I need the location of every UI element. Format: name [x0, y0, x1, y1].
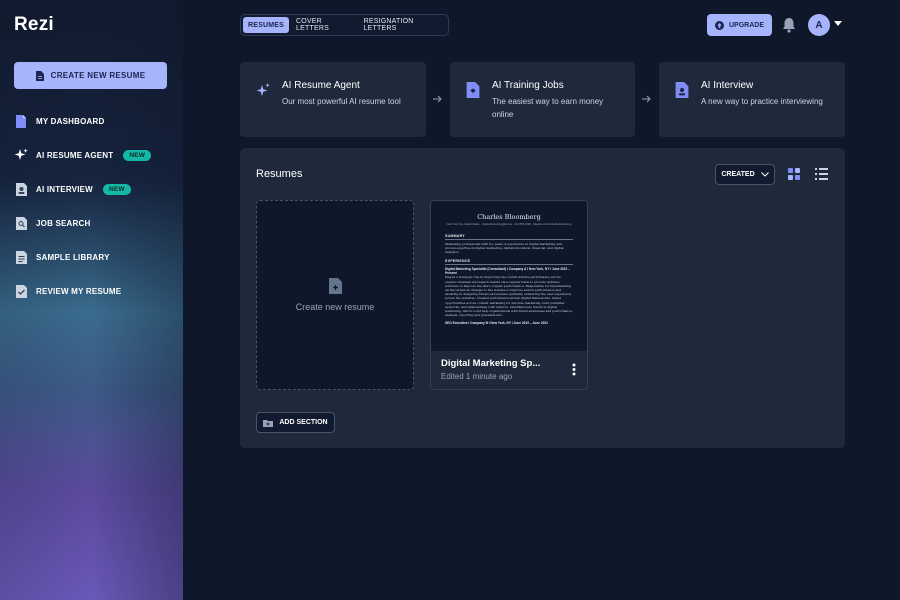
sidebar-item-label: AI INTERVIEW [36, 184, 93, 194]
job-search-icon [14, 216, 28, 230]
feature-card-ai-resume-agent[interactable]: AI Resume Agent Our most powerful AI res… [240, 62, 426, 137]
new-badge: NEW [102, 183, 131, 195]
sidebar-item-review-my-resume[interactable]: REVIEW MY RESUME [14, 274, 174, 308]
upgrade-arrow-icon [714, 20, 724, 30]
document-icon [14, 114, 28, 128]
feature-title: AI Resume Agent [282, 80, 360, 91]
create-new-resume-button[interactable]: CREATE NEW RESUME [14, 62, 167, 89]
upgrade-label: UPGRADE [728, 21, 764, 29]
resume-title[interactable]: Digital Marketing Sp... [441, 358, 553, 369]
tab-resumes[interactable]: RESUMES [243, 17, 290, 33]
sidebar-nav: MY DASHBOARD AI RESUME AGENT NEW AI INTE… [14, 104, 174, 308]
library-icon [14, 250, 28, 264]
arrow-right-icon [642, 95, 651, 103]
rezi-logo[interactable]: Rezi [14, 14, 54, 36]
new-document-icon [328, 278, 342, 294]
sort-label: CREATED [721, 171, 755, 178]
sidebar-item-label: AI RESUME AGENT [36, 150, 114, 160]
feature-title: AI Interview [701, 80, 754, 91]
feature-card-ai-interview[interactable]: AI Interview A new way to practice inter… [659, 62, 845, 137]
add-section-label: ADD SECTION [279, 419, 328, 426]
preview-name: Charles Bloomberg [477, 213, 541, 221]
sidebar-item-label: JOB SEARCH [36, 218, 91, 228]
chevron-down-icon [760, 172, 769, 177]
sidebar-item-label: REVIEW MY RESUME [36, 286, 122, 296]
resumes-panel: Resumes CREATED Create new resume Charle… [240, 148, 845, 448]
document-icon [35, 70, 44, 81]
create-new-resume-label: Create new resume [295, 302, 375, 312]
preview-summary-text: Marketing professional with 5+ years of … [445, 242, 564, 255]
tab-cover-letters[interactable]: COVER LETTERS [291, 17, 357, 33]
tab-resignation-letters[interactable]: RESIGNATION LETTERS [359, 17, 446, 33]
arrow-right-icon [433, 95, 442, 103]
add-section-button[interactable]: ADD SECTION [256, 412, 335, 433]
list-view-icon[interactable] [815, 168, 828, 180]
avatar[interactable]: A [808, 14, 830, 36]
sidebar-item-label: MY DASHBOARD [36, 116, 105, 126]
preview-role-text: Played a strategic role in improving the… [445, 275, 573, 318]
sidebar-item-ai-resume-agent[interactable]: AI RESUME AGENT NEW [14, 138, 174, 172]
feature-description: The easiest way to earn money online [492, 97, 604, 119]
feature-description: Our most powerful AI resume tool [282, 97, 401, 106]
feature-description: A new way to practice interviewing [701, 97, 823, 106]
sort-dropdown[interactable]: CREATED [715, 164, 775, 185]
document-type-tabs: RESUMES COVER LETTERS RESIGNATION LETTER… [240, 14, 449, 36]
sparkle-icon [14, 148, 28, 162]
folder-plus-icon [263, 419, 274, 427]
sidebar-item-sample-library[interactable]: SAMPLE LIBRARY [14, 240, 174, 274]
new-badge: NEW [123, 149, 152, 161]
sidebar-item-my-dashboard[interactable]: MY DASHBOARD [14, 104, 174, 138]
preview-summary-heading: SUMMARY [445, 234, 573, 240]
interview-icon [14, 182, 28, 196]
sidebar-item-job-search[interactable]: JOB SEARCH [14, 206, 174, 240]
preview-contact: New York City, United States · charlesbl… [446, 223, 572, 226]
resume-preview[interactable]: Charles Bloomberg New York City, United … [431, 201, 587, 351]
upgrade-button[interactable]: UPGRADE [707, 14, 772, 36]
feature-title: AI Training Jobs [492, 80, 564, 91]
training-icon [466, 82, 480, 98]
create-new-resume-label: CREATE NEW RESUME [50, 71, 146, 80]
preview-experience-heading: EXPERIENCE [445, 259, 573, 265]
bell-icon[interactable] [782, 17, 796, 33]
sidebar-item-ai-interview[interactable]: AI INTERVIEW NEW [14, 172, 174, 206]
interview-icon [675, 82, 689, 98]
review-icon [14, 284, 28, 298]
resumes-title: Resumes [256, 168, 303, 180]
more-options-icon[interactable] [572, 363, 576, 376]
resume-edited-time: Edited 1 minute ago [441, 372, 513, 381]
resume-card[interactable]: Charles Bloomberg New York City, United … [430, 200, 588, 390]
grid-view-icon[interactable] [788, 168, 800, 180]
resume-card-footer: Digital Marketing Sp... Edited 1 minute … [431, 351, 587, 389]
chevron-down-icon[interactable] [834, 21, 842, 27]
sparkle-icon [256, 83, 270, 96]
sidebar-item-label: SAMPLE LIBRARY [36, 252, 110, 262]
preview-role: Digital Marketing Specialist (Consultant… [445, 266, 570, 276]
create-new-resume-card[interactable]: Create new resume [256, 200, 414, 390]
preview-role: SEO Executive I Company B I New York, NY… [445, 321, 548, 326]
sidebar: Rezi CREATE NEW RESUME MY DASHBOARD AI R… [0, 0, 183, 600]
feature-card-ai-training-jobs[interactable]: AI Training Jobs The easiest way to earn… [450, 62, 635, 137]
